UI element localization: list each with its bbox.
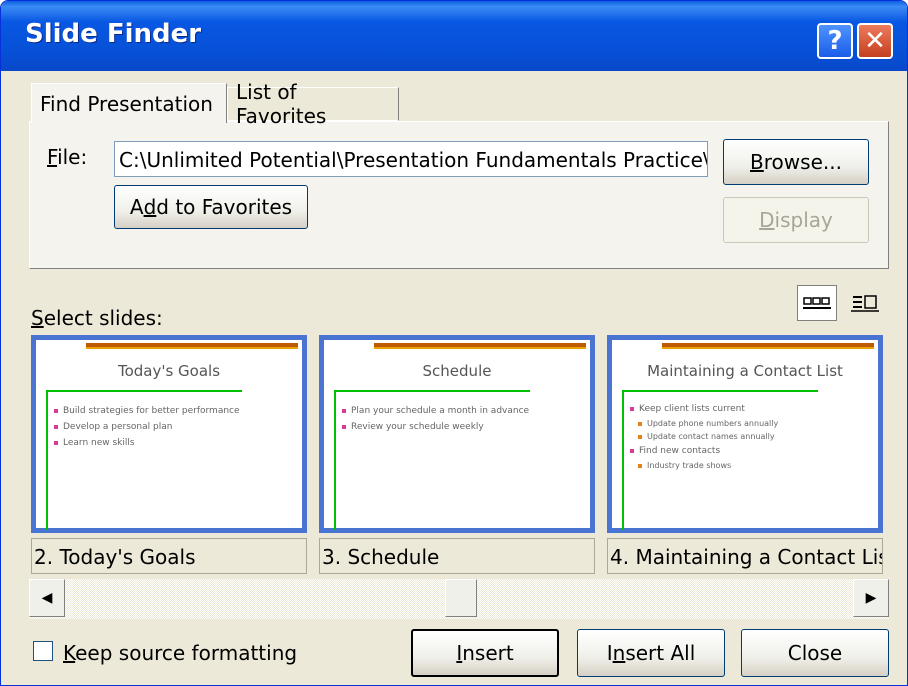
scroll-left-button[interactable]: ◀: [29, 579, 65, 617]
title-bar[interactable]: Slide Finder ? ✕: [1, 1, 907, 71]
slide-sub-bullet: Update phone numbers annually: [638, 419, 778, 428]
tab-list-of-favorites[interactable]: List of Favorites: [227, 80, 399, 128]
slide-h-rule: [622, 390, 818, 392]
keep-source-formatting-label[interactable]: Keep source formatting: [63, 641, 297, 665]
slide-finder-dialog: Slide Finder ? ✕ Find Presentation List …: [0, 0, 908, 686]
slide-bullet: Review your schedule weekly: [342, 422, 484, 432]
slide-thumbnail-4[interactable]: Maintaining a Contact List Keep client l…: [607, 335, 883, 533]
slide-h-rule: [46, 390, 242, 392]
select-slides-label: Select slides:: [31, 306, 163, 330]
slide-sub-bullet: Update contact names annually: [638, 432, 775, 441]
display-button[interactable]: Display: [723, 197, 869, 243]
slide-top-bar: [662, 343, 874, 349]
slide-bullet: Develop a personal plan: [54, 422, 172, 432]
slide-v-rule: [622, 390, 624, 530]
browse-button[interactable]: Browse...: [723, 139, 869, 185]
tab-find-presentation[interactable]: Find Presentation: [31, 83, 227, 123]
dialog-title: Slide Finder: [25, 19, 202, 49]
arrow-right-icon: ▶: [865, 590, 877, 606]
slide-v-rule: [46, 390, 48, 530]
slide-thumbnail-2[interactable]: Today's Goals Build strategies for bette…: [31, 335, 307, 533]
insert-button[interactable]: Insert: [411, 629, 559, 677]
filmstrip-view-button[interactable]: [797, 285, 837, 321]
slide-bullet: Build strategies for better performance: [54, 406, 240, 416]
close-window-button[interactable]: ✕: [857, 23, 893, 59]
tab-label: List of Favorites: [236, 80, 327, 128]
slide-title: Schedule: [422, 362, 492, 380]
slide-bullet: Keep client lists current: [630, 404, 745, 414]
help-icon: ?: [827, 26, 843, 56]
slide-sub-bullet: Industry trade shows: [638, 461, 731, 470]
keep-source-formatting-checkbox[interactable]: [33, 641, 53, 661]
scrollbar-thumb[interactable]: [445, 579, 477, 617]
slide-top-bar: [86, 343, 298, 349]
file-path-field[interactable]: C:\Unlimited Potential\Presentation Fund…: [114, 141, 708, 177]
slide-h-rule: [334, 390, 530, 392]
slide-bullet: Find new contacts: [630, 446, 720, 456]
slide-caption-4[interactable]: 4. Maintaining a Contact List: [607, 538, 883, 574]
slide-v-rule: [334, 390, 336, 530]
add-to-favorites-button[interactable]: Add to Favorites: [114, 185, 308, 229]
slide-thumbnail-3[interactable]: Schedule Plan your schedule a month in a…: [319, 335, 595, 533]
list-view-icon: [851, 295, 879, 312]
slide-bullet: Learn new skills: [54, 438, 135, 448]
slide-title: Maintaining a Contact List: [647, 362, 843, 380]
scroll-right-button[interactable]: ▶: [853, 579, 889, 617]
slide-title: Today's Goals: [117, 362, 221, 380]
slide-top-bar: [374, 343, 586, 349]
filmstrip-view-icon: [803, 297, 831, 309]
slide-caption-2[interactable]: 2. Today's Goals: [31, 538, 307, 574]
file-label: File:: [47, 145, 88, 169]
slide-caption-3[interactable]: 3. Schedule: [319, 538, 595, 574]
insert-all-button[interactable]: In sert All: [577, 629, 725, 677]
close-button[interactable]: Close: [741, 629, 889, 677]
arrow-left-icon: ◀: [41, 590, 53, 606]
list-view-button[interactable]: [845, 285, 885, 321]
slide-bullet: Plan your schedule a month in advance: [342, 406, 529, 416]
help-button[interactable]: ?: [817, 23, 853, 59]
tab-label: Find Presentation: [40, 91, 213, 116]
close-icon: ✕: [864, 26, 886, 56]
